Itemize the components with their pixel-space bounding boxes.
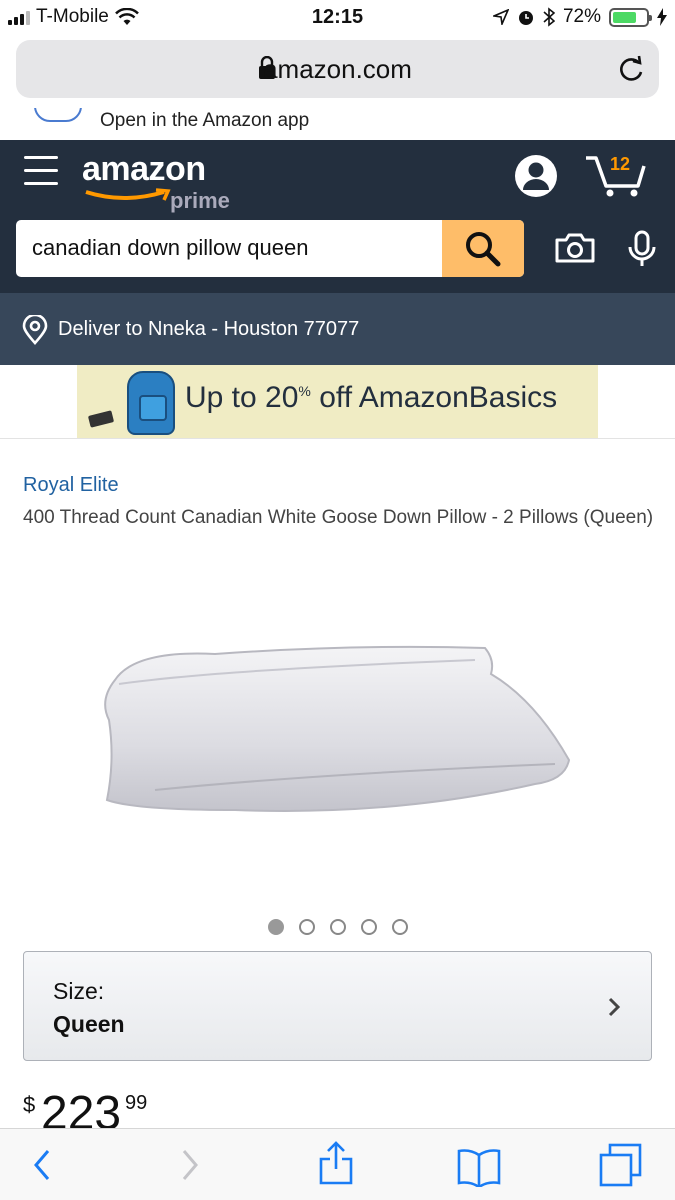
carousel-dot[interactable] xyxy=(361,919,377,935)
carousel-dot[interactable] xyxy=(268,919,284,935)
bluetooth-icon xyxy=(543,7,555,27)
url-text: amazon.com xyxy=(263,54,412,84)
price-currency: $ xyxy=(23,1092,36,1117)
product-image[interactable] xyxy=(95,640,575,820)
microphone-icon[interactable] xyxy=(626,230,658,268)
account-icon[interactable] xyxy=(514,154,558,198)
search-button[interactable] xyxy=(442,220,524,277)
cart-button[interactable]: 12 xyxy=(584,152,646,198)
search-input[interactable]: canadian down pillow queen xyxy=(32,235,308,261)
status-bar: T-Mobile 12:15 72% xyxy=(0,0,675,34)
alarm-icon xyxy=(518,11,533,25)
battery-icon xyxy=(609,7,652,27)
size-value: Queen xyxy=(53,1011,125,1037)
image-carousel-dots xyxy=(268,919,408,935)
open-in-app-banner[interactable]: Open in the Amazon app xyxy=(0,108,675,140)
amazon-app-icon xyxy=(34,108,82,122)
carousel-dot[interactable] xyxy=(330,919,346,935)
logo-prime: prime xyxy=(170,188,230,213)
size-selector[interactable]: Size: Queen xyxy=(23,951,652,1061)
logo-word: amazon xyxy=(82,150,206,188)
deliver-to-text: Deliver to Nneka - Houston 77077 xyxy=(58,318,360,340)
search-icon xyxy=(466,231,501,266)
location-icon xyxy=(492,9,509,25)
search-bar[interactable]: canadian down pillow queen xyxy=(16,220,524,277)
price-fraction: 99 xyxy=(125,1092,148,1114)
promo-text: Up to 20% off AmazonBasics xyxy=(185,381,558,414)
battery-percent: 72% xyxy=(562,6,601,27)
browser-toolbar xyxy=(0,1128,675,1200)
location-pin-icon xyxy=(22,315,48,345)
carousel-dot[interactable] xyxy=(392,919,408,935)
size-label: Size: xyxy=(53,978,105,1004)
divider xyxy=(0,438,675,439)
product-title: 400 Thread Count Canadian White Goose Do… xyxy=(23,507,654,528)
camera-icon[interactable] xyxy=(554,232,596,264)
bookmarks-icon[interactable] xyxy=(456,1147,502,1187)
promo-banner[interactable]: Up to 20% off AmazonBasics xyxy=(77,365,598,438)
amazon-header: amazon prime 12 canadian down pillow que… xyxy=(0,140,675,293)
amazon-prime-logo[interactable]: amazon prime xyxy=(82,150,230,213)
smile-arrow-icon xyxy=(85,188,171,201)
carousel-dot[interactable] xyxy=(299,919,315,935)
brand-link[interactable]: Royal Elite xyxy=(23,474,119,497)
back-icon[interactable] xyxy=(30,1147,54,1183)
backpack-image xyxy=(127,371,175,435)
charging-icon xyxy=(657,8,667,26)
tabs-icon[interactable] xyxy=(598,1143,644,1187)
chevron-right-icon xyxy=(608,997,621,1017)
cart-count: 12 xyxy=(610,154,631,174)
reload-icon[interactable] xyxy=(617,54,645,84)
deliver-to-bar[interactable]: Deliver to Nneka - Houston 77077 xyxy=(0,293,675,365)
open-in-app-label: Open in the Amazon app xyxy=(100,110,310,131)
address-bar[interactable]: amazon.com xyxy=(16,40,659,98)
usb-cable-image xyxy=(87,410,115,428)
forward-icon[interactable] xyxy=(178,1147,202,1183)
share-icon[interactable] xyxy=(318,1141,354,1185)
menu-icon[interactable] xyxy=(24,156,58,190)
